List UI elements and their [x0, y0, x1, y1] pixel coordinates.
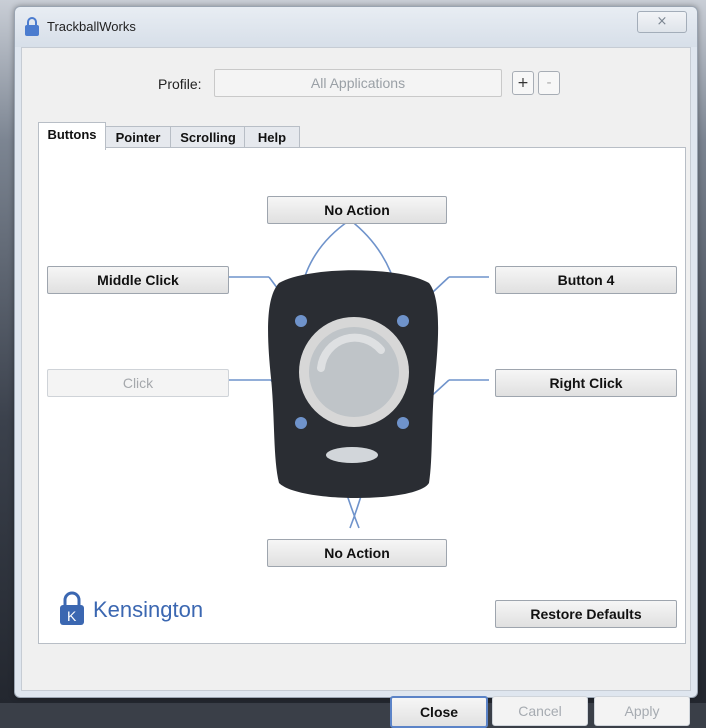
tab-pointer[interactable]: Pointer — [104, 126, 172, 149]
buttons-panel: No Action Middle Click Button 4 Click Ri… — [38, 147, 686, 644]
scroll-ring — [326, 447, 378, 463]
restore-defaults-button[interactable]: Restore Defaults — [495, 600, 677, 628]
upper-right-button-assignment[interactable]: Button 4 — [495, 266, 677, 294]
add-profile-button[interactable]: + — [512, 71, 534, 95]
tab-scrolling[interactable]: Scrolling — [170, 126, 246, 149]
apply-button[interactable]: Apply — [594, 696, 690, 726]
button-indicator — [397, 315, 409, 327]
remove-profile-button[interactable]: - — [538, 71, 560, 95]
client-area: Profile: All Applications + - Buttons Po… — [21, 47, 691, 728]
close-window-button[interactable]: × — [637, 11, 687, 33]
lower-left-button-assignment[interactable]: Click — [47, 369, 229, 397]
bottom-button-assignment[interactable]: No Action — [267, 539, 447, 567]
top-button-assignment[interactable]: No Action — [267, 196, 447, 224]
close-button[interactable]: Close — [390, 696, 488, 728]
svg-text:K: K — [67, 608, 77, 624]
cancel-button[interactable]: Cancel — [492, 696, 588, 726]
button-indicator — [397, 417, 409, 429]
lower-right-button-assignment[interactable]: Right Click — [495, 369, 677, 397]
tab-buttons[interactable]: Buttons — [38, 122, 106, 150]
tab-help[interactable]: Help — [244, 126, 300, 149]
trackballworks-window: TrackballWorks × Profile: All Applicatio… — [14, 6, 698, 728]
profile-label: Profile: — [158, 76, 202, 92]
button-indicator — [295, 315, 307, 327]
profile-select[interactable]: All Applications — [214, 69, 502, 97]
lock-icon — [25, 17, 39, 36]
kensington-logo: K Kensington — [57, 591, 203, 631]
window-title: TrackballWorks — [47, 19, 136, 34]
button-indicator — [295, 417, 307, 429]
upper-left-button-assignment[interactable]: Middle Click — [47, 266, 229, 294]
brand-name: Kensington — [93, 597, 204, 622]
kensington-lock-icon: K — [60, 591, 84, 625]
title-bar: TrackballWorks × — [15, 7, 697, 47]
